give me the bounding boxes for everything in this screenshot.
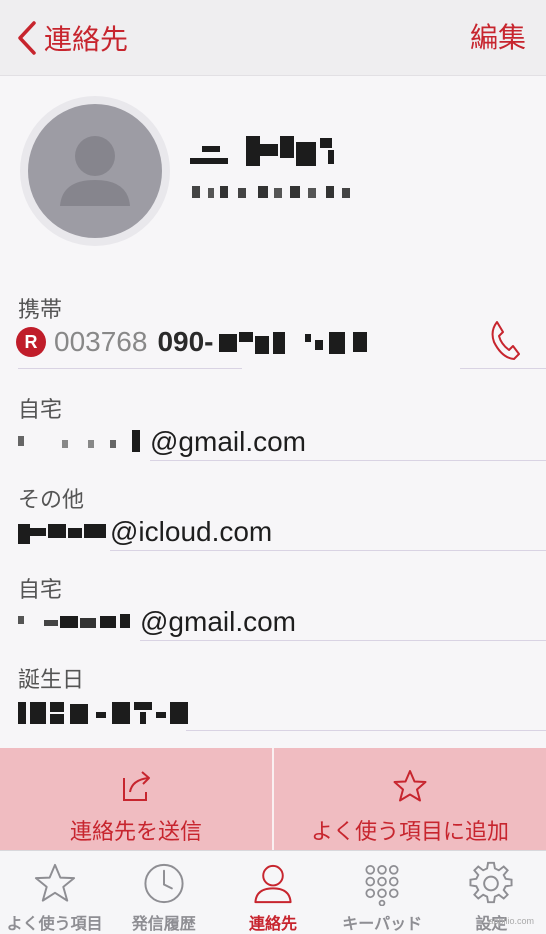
birthday-divider — [186, 730, 546, 731]
clock-icon — [144, 863, 184, 904]
tab-recents[interactable]: 発信履歴 — [109, 851, 218, 934]
other-email-label: その他 — [18, 488, 85, 513]
add-favorite-label: よく使う項目に追加 — [310, 820, 509, 845]
home-email-2-domain[interactable]: @gmail.com — [140, 606, 296, 638]
tab-contacts[interactable]: 連絡先 — [218, 851, 327, 934]
other-email-user-redacted — [16, 518, 110, 546]
keypad-icon — [365, 865, 399, 906]
tab-keypad-label: キーパッド — [342, 914, 423, 933]
tab-contacts-label: 連絡先 — [249, 914, 298, 933]
contact-name-redacted — [188, 134, 358, 168]
star-icon — [34, 863, 75, 902]
other-email-divider — [110, 550, 546, 551]
home-email-2-label: 自宅 — [18, 578, 63, 603]
tab-favorites[interactable]: よく使う項目 — [0, 851, 109, 934]
watermark: appllio.com — [488, 916, 534, 926]
home-email-1-label: 自宅 — [18, 398, 63, 423]
navigation-bar: 連絡先 編集 — [0, 0, 546, 76]
contact-avatar[interactable] — [20, 96, 170, 246]
home-email-2-user-redacted — [16, 608, 140, 636]
birthday-label: 誕生日 — [18, 668, 85, 693]
home-email-2-divider — [140, 640, 546, 641]
avatar-placeholder — [28, 104, 162, 238]
phone-number-redacted — [217, 328, 387, 356]
mobile-divider — [18, 368, 242, 369]
send-contact-button[interactable]: 連絡先を送信 — [0, 748, 272, 850]
home-email-1-user-redacted — [16, 428, 150, 454]
birthday-value-redacted — [16, 698, 196, 726]
send-contact-label: 連絡先を送信 — [69, 820, 202, 845]
contact-actions-bar: 連絡先を送信 よく使う項目に追加 — [0, 748, 546, 850]
tab-keypad[interactable]: キーパッド — [328, 851, 437, 934]
mobile-number[interactable]: R 003768 090- — [16, 324, 387, 360]
tab-bar: よく使う項目 発信履歴 連絡先 キーパッド 設定 appllio.com — [0, 850, 546, 934]
person-silhouette-icon — [60, 136, 130, 206]
back-button[interactable]: 連絡先 — [14, 18, 128, 58]
add-favorite-button[interactable]: よく使う項目に追加 — [272, 748, 546, 850]
mobile-label: 携帯 — [18, 298, 63, 323]
contact-reading-redacted — [190, 180, 360, 202]
call-prefix: 003768 — [54, 326, 148, 357]
home-email-1-divider — [150, 460, 546, 461]
chevron-left-icon — [18, 21, 36, 55]
other-email-domain[interactable]: @icloud.com — [110, 516, 272, 548]
star-icon — [393, 770, 427, 802]
edit-button[interactable]: 編集 — [470, 18, 526, 58]
person-icon — [254, 864, 292, 904]
phone-icon[interactable] — [488, 318, 522, 362]
tab-recents-label: 発信履歴 — [131, 914, 196, 933]
rakuten-badge-icon: R — [16, 327, 46, 357]
phone-number-visible: 090- — [157, 326, 214, 357]
call-divider — [460, 368, 546, 369]
share-icon — [123, 771, 150, 801]
home-email-1-domain[interactable]: @gmail.com — [150, 426, 306, 458]
tab-favorites-label: よく使う項目 — [6, 914, 103, 933]
back-button-label: 連絡先 — [44, 23, 129, 56]
gear-icon — [469, 861, 513, 904]
